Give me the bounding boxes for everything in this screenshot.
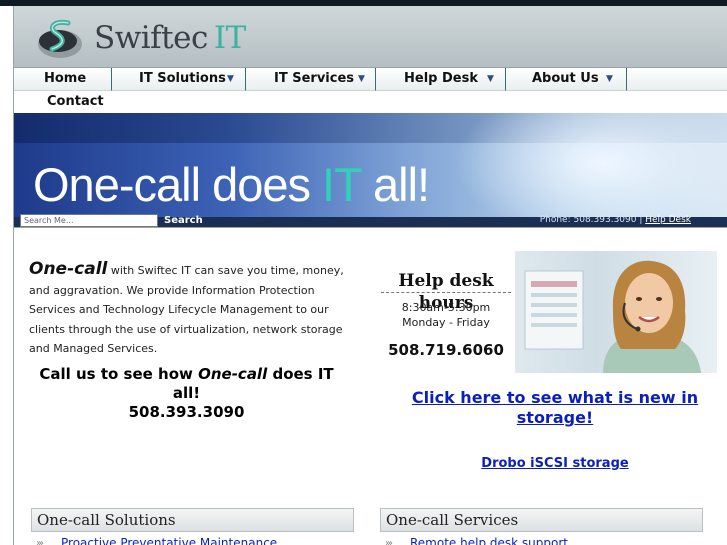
banner-glow xyxy=(454,113,727,227)
nav-about-us-label: About Us xyxy=(532,71,599,86)
nav-it-services-label: IT Services xyxy=(274,71,355,86)
bullet-arrow-icon: ››› xyxy=(36,538,44,545)
call-us-callout: Call us to see how One-call does IT all!… xyxy=(29,365,344,422)
dropdown-arrow-icon: ▼ xyxy=(227,74,234,84)
nav-it-solutions-label: IT Solutions xyxy=(139,71,226,86)
tagline-part-3: all! xyxy=(360,158,430,211)
drobo-storage-link[interactable]: Drobo iSCSI storage xyxy=(400,456,710,471)
tagline-part-2: IT xyxy=(322,158,362,211)
nav-home[interactable]: Home xyxy=(14,68,112,91)
call-us-phone: 508.393.3090 xyxy=(128,403,245,421)
help-desk-days: Monday - Friday xyxy=(402,316,490,329)
nav-it-solutions[interactable]: IT Solutions ▼ xyxy=(112,68,246,91)
nav-home-label: Home xyxy=(44,71,87,86)
solutions-list-item[interactable]: Proactive Preventative Maintenance xyxy=(61,536,277,545)
dropdown-arrow-icon: ▼ xyxy=(606,74,613,84)
site-logo-text[interactable]: Swiftec IT xyxy=(94,20,246,56)
services-section-header: One-call Services xyxy=(380,508,703,532)
nav-contact[interactable]: Contact xyxy=(14,91,727,114)
page: Swiftec IT Home IT Solutions ▼ IT Service… xyxy=(0,0,727,545)
dropdown-arrow-icon: ▼ xyxy=(358,74,365,84)
services-list-item[interactable]: Remote help desk support xyxy=(410,536,568,545)
intro-paragraph: One-call with Swiftec IT can save you ti… xyxy=(29,259,344,359)
help-desk-phone: 508.719.6060 xyxy=(388,341,504,359)
storage-promo-link[interactable]: Click here to see what is new in storage… xyxy=(400,388,710,428)
search-input[interactable]: Search Me... xyxy=(20,214,158,227)
bullet-arrow-icon: ››› xyxy=(385,538,393,545)
nav-help-desk[interactable]: Help Desk ▼ xyxy=(376,68,506,91)
call-us-line: Call us to see how One-call does IT all! xyxy=(29,365,344,403)
banner-tagline: One-call does IT all! xyxy=(33,157,430,212)
support-agent-illustration xyxy=(524,260,701,373)
help-desk-link[interactable]: Help Desk xyxy=(645,215,691,225)
nav-contact-label: Contact xyxy=(47,94,104,109)
dropdown-arrow-icon: ▼ xyxy=(487,74,494,84)
support-agent-photo xyxy=(515,251,717,373)
phone-text: Phone: 508.393.3090 | xyxy=(539,215,643,225)
help-desk-time: 8:30am-5:30pm xyxy=(401,301,491,314)
call-us-text-a: Call us to see how xyxy=(39,365,199,383)
phone-line: Phone: 508.393.3090 | Help Desk xyxy=(540,214,691,226)
logo-suffix: IT xyxy=(213,20,246,56)
nav-it-services[interactable]: IT Services ▼ xyxy=(246,68,376,91)
call-us-text-b: One-call xyxy=(198,365,268,383)
help-desk-divider xyxy=(381,292,511,293)
nav-spacer xyxy=(627,68,727,91)
search-button[interactable]: Search xyxy=(164,214,203,227)
nav-help-desk-label: Help Desk xyxy=(404,71,478,86)
swiftec-logo-icon[interactable] xyxy=(36,16,84,62)
main-content: One-call with Swiftec IT can save you ti… xyxy=(14,227,727,545)
hero-banner: One-call does IT all! Search Me... Searc… xyxy=(14,113,727,227)
site-header: Swiftec IT xyxy=(14,6,727,67)
intro-brand-word: One-call xyxy=(29,259,108,279)
solutions-section-header: One-call Solutions xyxy=(31,508,354,532)
logo-name: Swiftec xyxy=(94,20,208,56)
nav-about-us[interactable]: About Us ▼ xyxy=(506,68,627,91)
main-nav: Home IT Solutions ▼ IT Services ▼ Help D… xyxy=(14,67,727,114)
tagline-part-1: One-call does xyxy=(33,158,323,211)
help-desk-hours: 8:30am-5:30pm Monday - Friday xyxy=(381,300,511,330)
